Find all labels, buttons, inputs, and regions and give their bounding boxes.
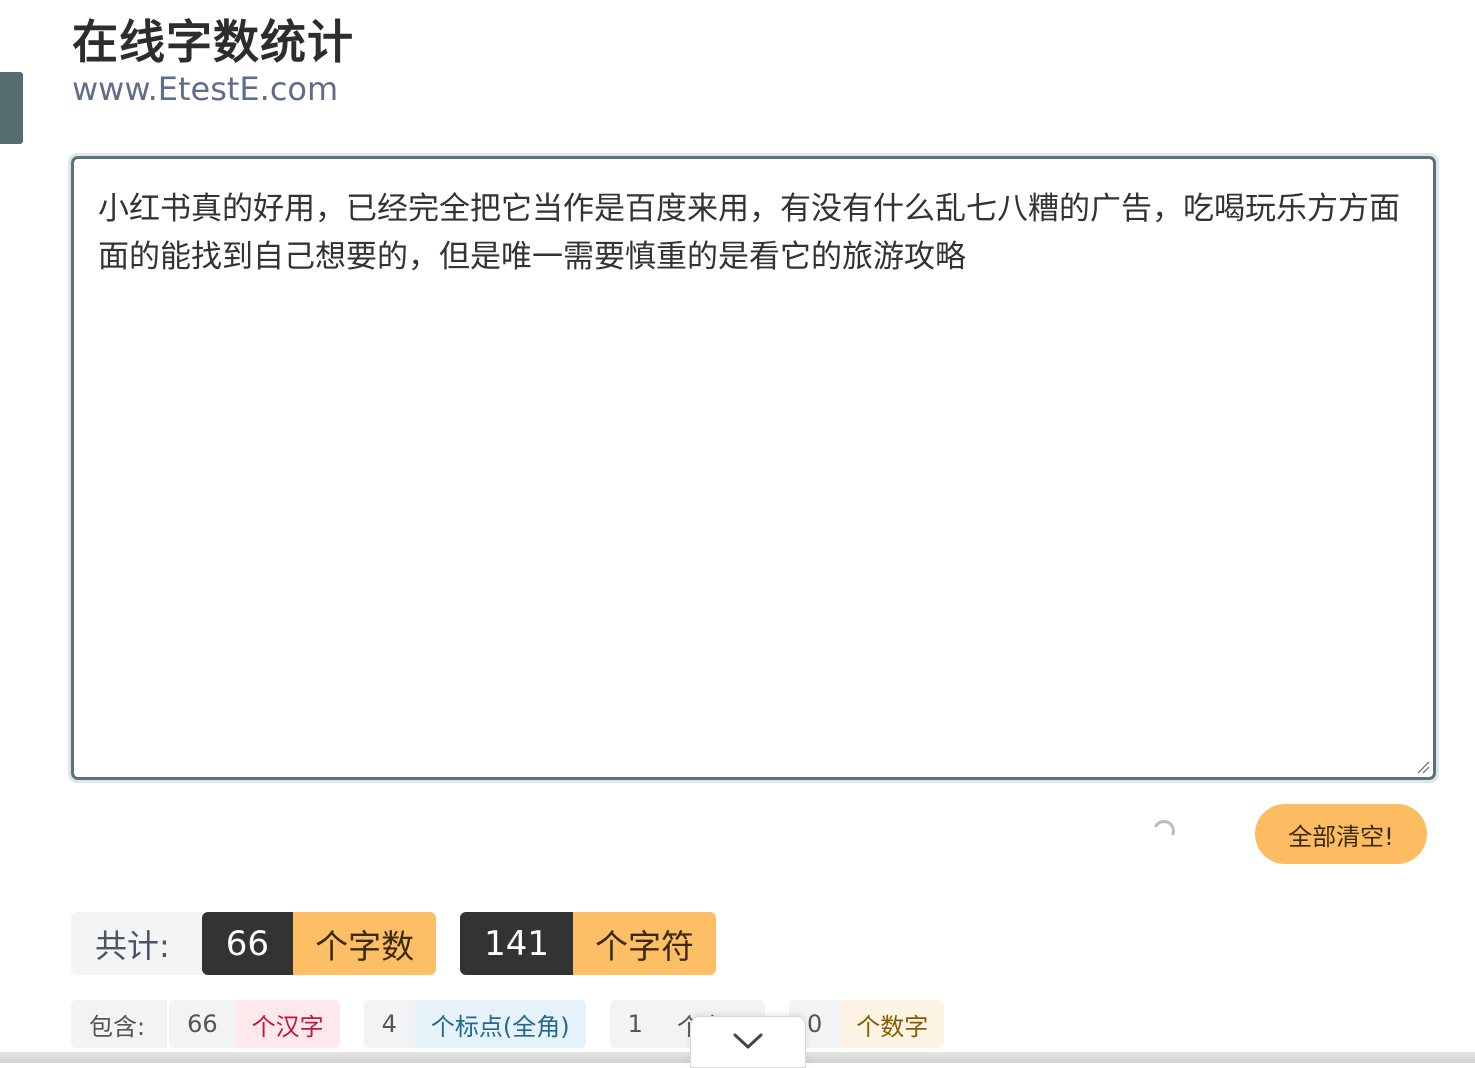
- punctuation-count-unit: 个标点(全角): [414, 1000, 586, 1048]
- hanzi-count-unit: 个汉字: [235, 1000, 340, 1048]
- editor-container: 小红书真的好用，已经完全把它当作是百度来用，有没有什么乱七八糟的广告，吃喝玩乐方…: [68, 153, 1439, 783]
- chevron-down-icon: [733, 1033, 763, 1049]
- punctuation-count-value: 4: [363, 1000, 415, 1048]
- punctuation-count-badge: 4 个标点(全角): [363, 1000, 586, 1048]
- editor-text: 小红书真的好用，已经完全把它当作是百度来用，有没有什么乱七八糟的广告，吃喝玩乐方…: [98, 191, 1400, 275]
- digit-count-badge: 0 个数字: [788, 1000, 945, 1048]
- page-title: 在线字数统计: [72, 15, 354, 69]
- word-count-unit: 个字数: [293, 912, 437, 975]
- text-input-area[interactable]: 小红书真的好用，已经完全把它当作是百度来用，有没有什么乱七八糟的广告，吃喝玩乐方…: [71, 156, 1436, 780]
- char-count-value: 141: [460, 912, 573, 975]
- word-count-badge: 66 个字数: [201, 912, 437, 975]
- totals-row: 共计: 66 个字数 141 个字符: [71, 912, 740, 975]
- word-count-value: 66: [201, 912, 294, 975]
- expand-panel-button[interactable]: [690, 1016, 806, 1068]
- clear-all-button[interactable]: 全部清空!: [1255, 804, 1427, 864]
- hanzi-count-value: 66: [169, 1000, 236, 1048]
- totals-label: 共计:: [71, 912, 202, 975]
- resize-handle-icon[interactable]: [1414, 758, 1430, 774]
- char-count-badge: 141 个字符: [460, 912, 716, 975]
- hanzi-count-badge: 66 个汉字: [169, 1000, 340, 1048]
- loading-spinner-icon: [1149, 816, 1179, 846]
- letter-count-value: 1: [609, 1000, 661, 1048]
- side-drawer-tab[interactable]: [0, 72, 23, 144]
- site-url[interactable]: www.EtestE.com: [72, 70, 338, 108]
- details-row: 包含: 66 个汉字 4 个标点(全角) 1 个字母 0 个数字: [71, 1000, 968, 1048]
- details-label: 包含:: [71, 1000, 168, 1048]
- digit-count-unit: 个数字: [840, 1000, 945, 1048]
- char-count-unit: 个字符: [572, 912, 716, 975]
